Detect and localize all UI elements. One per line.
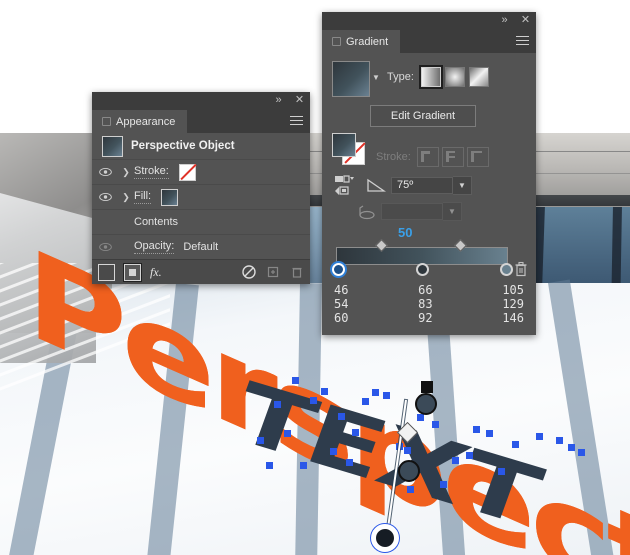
gradient-panel-body: ▼ Type: Edit Gradient Stroke: 75º ▼ ▼ 50… [322,53,536,335]
chevron-down-icon[interactable]: ▼ [370,61,382,82]
collapse-icon[interactable]: » [498,14,511,27]
appearance-row-opacity-value[interactable]: Default [183,241,218,253]
gradient-type-label: Type: [387,71,414,83]
appearance-row-fill[interactable]: ❯ Fill: [92,184,310,209]
gradient-angle-dropdown-icon[interactable]: ▼ [453,175,472,195]
clear-appearance-icon[interactable] [241,265,256,280]
appearance-row-contents-label: Contents [134,215,179,228]
gradient-aspect-input[interactable] [381,203,443,220]
left-window-blinds [0,263,170,413]
chevron-right-icon[interactable]: ❯ [118,192,134,203]
close-icon[interactable]: ✕ [293,94,306,107]
add-new-fill-icon[interactable] [123,262,142,282]
gradient-panel-menu-icon[interactable] [516,36,529,47]
stop-0-g: 54 [334,297,349,311]
stroke-apply-within-button [416,147,439,167]
appearance-panel-menu-icon[interactable] [290,116,303,127]
fill-stroke-indicator[interactable] [332,133,366,165]
gradient-preview-swatch[interactable] [332,61,370,97]
add-new-stroke-icon[interactable] [98,263,115,281]
gradient-annotator-square[interactable] [421,381,433,393]
chevron-right-icon[interactable]: ❯ [118,167,134,178]
stop-1-r: 66 [418,283,433,297]
tab-gradient-label: Gradient [346,35,389,48]
edit-gradient-button[interactable]: Edit Gradient [370,105,476,127]
gradient-aspect-dropdown-icon[interactable]: ▼ [443,202,462,221]
delete-gradient-stop-icon[interactable] [514,261,528,277]
visibility-eye-icon[interactable] [92,167,118,177]
gradient-stroke-row: Stroke: [376,147,526,167]
gradient-angle-icon [366,177,386,193]
visibility-eye-icon[interactable] [92,192,118,202]
gradient-stop-rgb-values: 46 54 60 66 83 92 105 129 146 [332,283,526,325]
stroke-none-swatch[interactable] [178,163,196,181]
stroke-apply-across-button [466,147,489,167]
gradient-stop-0-rgb: 46 54 60 [334,283,348,325]
appearance-panel-tabrow: Appearance [92,110,310,133]
appearance-row-stroke[interactable]: ❯ Stroke: [92,159,310,184]
gradient-stop-2[interactable] [500,263,513,276]
visibility-eye-icon[interactable] [92,242,118,252]
appearance-panel-titlebar: » ✕ [92,92,310,110]
close-icon[interactable]: ✕ [519,14,532,27]
tab-appearance[interactable]: Appearance [92,110,188,133]
delete-item-icon[interactable] [289,265,304,280]
gradient-type-radial-button[interactable] [444,67,465,87]
floor-shadow-stripe [548,279,616,555]
appearance-row-contents[interactable]: Contents [92,209,310,234]
duplicate-item-icon[interactable] [265,265,280,280]
gradient-slider[interactable]: 50 [332,225,528,281]
fill-gradient-swatch[interactable] [161,188,179,206]
gradient-panel-titlebar: » ✕ [322,12,536,30]
gradient-aspect-ratio-icon [356,204,376,220]
gradient-annotator-start-stop[interactable] [415,393,437,415]
stop-2-r: 105 [502,283,524,297]
gradient-panel-tabrow: Gradient [322,30,536,53]
panel-dock-icon [332,37,341,46]
gradient-aspect-row: ▼ [356,202,526,221]
fx-icon[interactable]: fx. [150,265,162,280]
gradient-stop-2-rgb: 105 129 146 [502,283,524,325]
illustrator-canvas-screenshot: Perspective TEXT » ✕ Appearance Perspect… [0,0,630,555]
appearance-row-fill-label: Fill: [134,190,152,204]
object-thumbnail-icon [102,135,123,157]
appearance-panel[interactable]: » ✕ Appearance Perspective Object ❯ Stro… [92,92,310,284]
stop-1-b: 92 [418,311,433,325]
gradient-type-buttons [418,65,489,89]
gradient-stop-0[interactable] [332,263,345,276]
stroke-apply-along-button [441,147,464,167]
stop-0-b: 60 [334,311,349,325]
gradient-angle-input[interactable]: 75º [391,176,453,194]
gradient-midpoint-value[interactable]: 50 [398,225,412,240]
gradient-annotator-mid-stop[interactable] [398,460,420,482]
gradient-panel[interactable]: » ✕ Gradient ▼ Type: Edit Gradient Strok… [322,12,536,335]
gradient-stroke-label: Stroke: [376,151,411,163]
gradient-stop-1-rgb: 66 83 92 [418,283,432,325]
gradient-stop-1[interactable] [416,263,429,276]
panel-dock-icon [102,117,111,126]
floor-shadow-stripe [294,283,322,555]
collapse-icon[interactable]: » [272,94,285,107]
stop-2-g: 129 [502,297,524,311]
gradient-angle-row: 75º ▼ [332,173,526,197]
stop-0-r: 46 [334,283,349,297]
appearance-panel-body: Perspective Object ❯ Stroke: ❯ Fill: Con… [92,133,310,284]
appearance-object-row[interactable]: Perspective Object [92,133,310,159]
appearance-row-opacity[interactable]: Opacity: Default [92,234,310,259]
tab-gradient[interactable]: Gradient [322,30,401,53]
gradient-type-freeform-button[interactable] [468,67,489,87]
gradient-annotator-end-stop[interactable] [371,524,399,552]
stop-2-b: 146 [502,311,524,325]
appearance-row-opacity-label: Opacity: [134,240,175,254]
fill-gradient-swatch[interactable] [332,133,356,157]
tab-appearance-label: Appearance [116,115,176,128]
appearance-row-stroke-label: Stroke: [134,165,169,179]
gradient-type-row: ▼ Type: [332,61,526,97]
appearance-object-name: Perspective Object [131,140,235,152]
stop-1-g: 83 [418,297,433,311]
reverse-gradient-icon[interactable] [332,173,356,197]
gradient-type-linear-button[interactable] [418,65,443,89]
appearance-panel-footer: fx. [92,259,310,284]
